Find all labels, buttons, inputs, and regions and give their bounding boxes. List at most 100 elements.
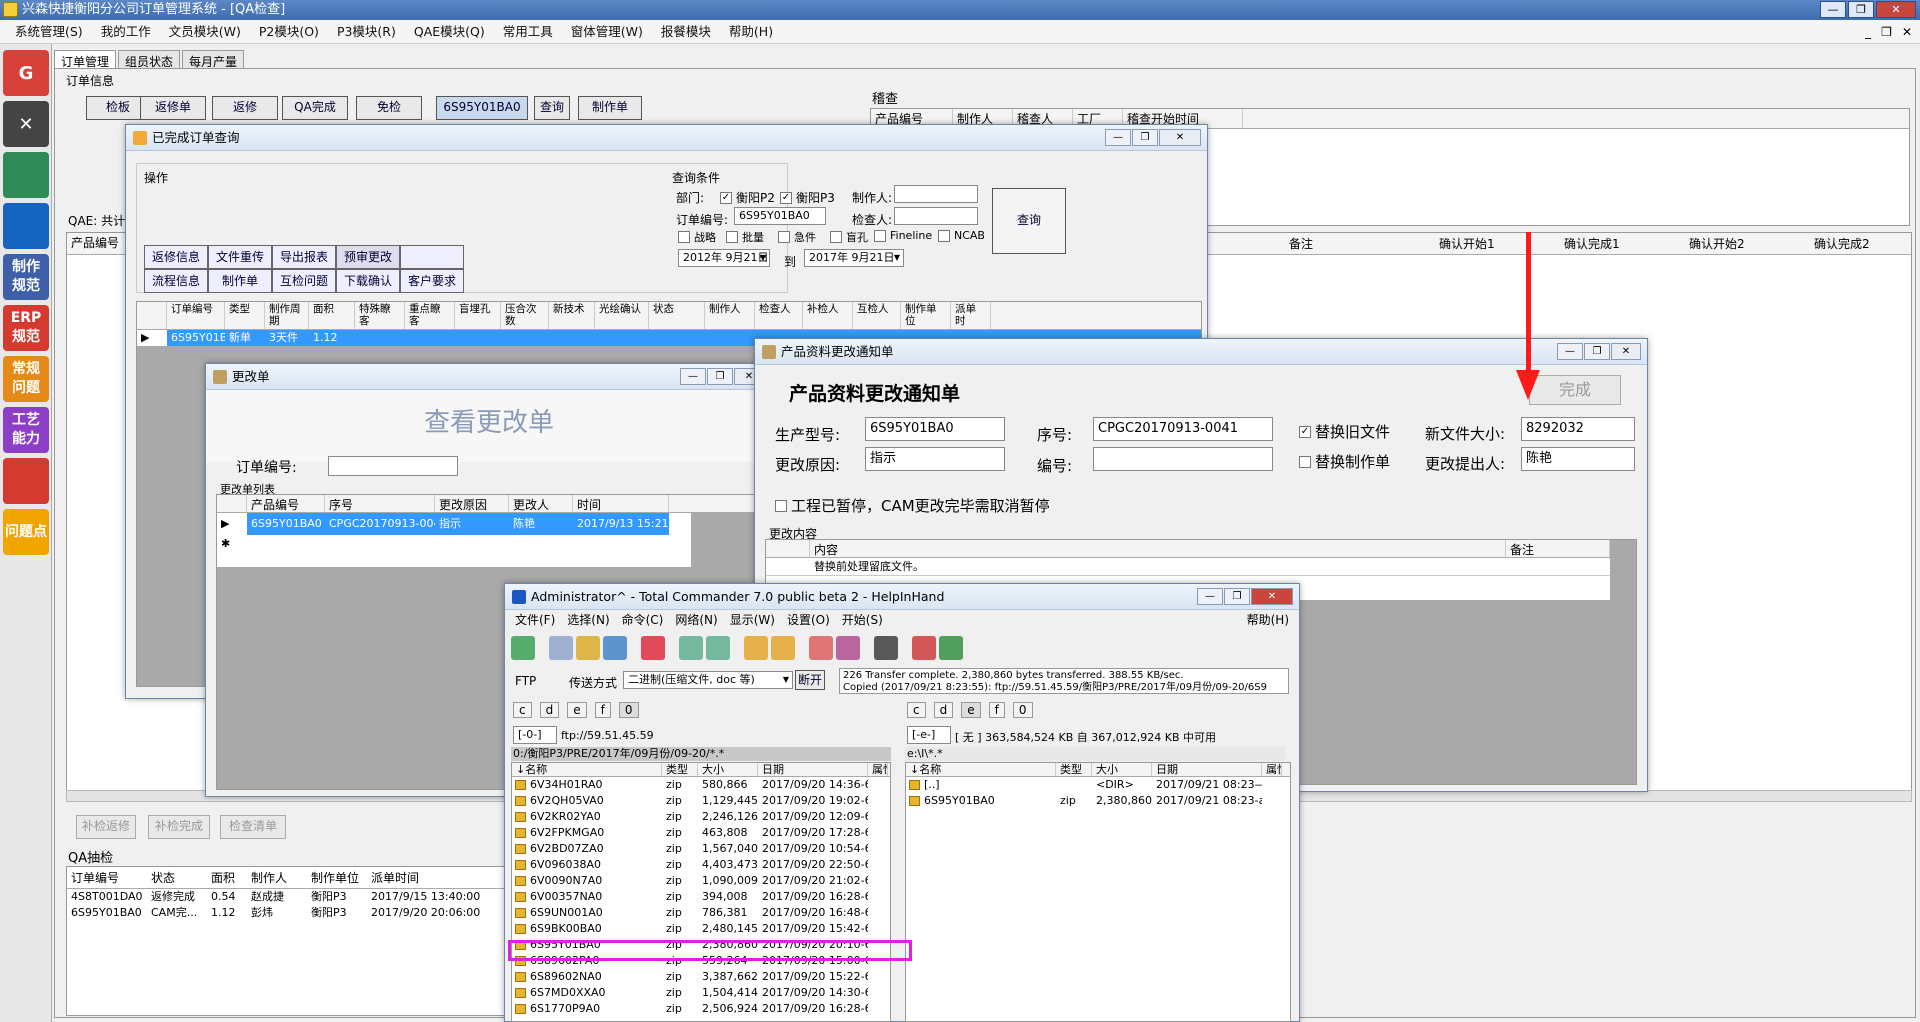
flag-checkbox-5[interactable]: NCAB <box>938 229 985 242</box>
menu-item[interactable]: 帮助(H) <box>720 20 782 44</box>
op-button-1-1[interactable]: 制作单 <box>208 269 272 293</box>
url-icon[interactable] <box>836 636 860 660</box>
sidebar-item-6[interactable]: 常规 问题 <box>3 356 49 402</box>
forward-icon[interactable] <box>706 636 730 660</box>
flag-checkbox-3[interactable]: 盲孔 <box>830 229 868 245</box>
brief-view-icon[interactable] <box>549 636 573 660</box>
drive-d[interactable]: d <box>539 702 560 718</box>
code-input[interactable] <box>1093 447 1273 471</box>
reason-input[interactable]: 指示 <box>865 447 1005 471</box>
unpack-icon[interactable] <box>771 636 795 660</box>
binoculars-icon[interactable] <box>874 636 898 660</box>
tc-menu-item[interactable]: 选择(N) <box>567 613 609 627</box>
flag-checkbox-4[interactable]: Fineline <box>874 229 932 242</box>
table-row[interactable]: 4S8T001DA0 返修完成 0.54 赵成捷 衡阳P3 2017/9/15 13:40… <box>67 889 507 905</box>
table-row[interactable]: ▶ 6S95Y01BA0CPGC20170913-0041指示陈艳2017/9/1… <box>217 513 761 535</box>
op-button-1-3[interactable]: 下载确认 <box>336 269 400 293</box>
op-button-1-4[interactable]: 客户要求 <box>400 269 464 293</box>
sidebar-item-4[interactable]: 制作 规范 <box>3 254 49 300</box>
op-button-1-2[interactable]: 互检问题 <box>272 269 336 293</box>
replace-sheet-checkbox[interactable]: 替换制作单 <box>1299 451 1390 472</box>
tc-menu-item[interactable]: 命令(C) <box>622 613 664 627</box>
drive-f[interactable]: f <box>594 702 611 718</box>
mdi-close-icon[interactable]: ✕ <box>1902 20 1912 44</box>
disconnect-button[interactable]: 断开 <box>795 670 825 690</box>
tc-menu-item[interactable]: 显示(W) <box>730 613 775 627</box>
newsize-input[interactable]: 8292032 <box>1521 417 1635 441</box>
menu-item[interactable]: 常用工具 <box>494 20 562 44</box>
paused-checkbox[interactable]: 工程已暂停，CAM更改完毕需取消暂停 <box>775 495 1050 516</box>
file-row[interactable]: 6V00357NA0 zip 394,008 2017/09/20 16:28-66 <box>512 889 890 905</box>
mdi-minimize-icon[interactable]: _ <box>1865 20 1871 44</box>
replace-old-checkbox[interactable]: ✓ 替换旧文件 <box>1299 421 1390 442</box>
sidebar-item-5[interactable]: ERP 规范 <box>3 305 49 351</box>
sort-icon[interactable] <box>641 636 665 660</box>
transfer-mode-select[interactable]: 二进制(压缩文件, doc 等) ▼ <box>623 671 793 689</box>
file-row[interactable]: 6V2BD07ZA0 zip 1,567,040 2017/09/20 10:54-6… <box>512 841 890 857</box>
main-button-4[interactable]: 免检 <box>356 96 422 120</box>
done-button[interactable]: 完成 <box>1529 375 1621 405</box>
restore-button[interactable]: ❐ <box>1848 1 1874 18</box>
thumbnail-icon[interactable] <box>603 636 627 660</box>
tc-menu-item[interactable]: 开始(S) <box>842 613 883 627</box>
restore-button[interactable]: ❐ <box>1132 129 1158 146</box>
model-input[interactable]: 6S95Y01BA0 <box>865 417 1005 441</box>
refresh-icon[interactable] <box>511 636 535 660</box>
sidebar-item-7[interactable]: 工艺 能力 <box>3 407 49 453</box>
main-button-1[interactable]: 返修单 <box>140 96 206 120</box>
proposer-input[interactable]: 陈艳 <box>1521 447 1635 471</box>
file-row[interactable]: 6S9BK00BA0 zip 2,480,145 2017/09/20 15:42-6… <box>512 921 890 937</box>
pack-icon[interactable] <box>744 636 768 660</box>
menu-item[interactable]: 文员模块(W) <box>160 20 250 44</box>
tc-menu-item[interactable]: 网络(N) <box>675 613 717 627</box>
restore-button[interactable]: ❐ <box>1224 588 1250 605</box>
close-button[interactable]: ✕ <box>1159 129 1201 146</box>
sidebar-item-3[interactable] <box>3 203 49 249</box>
op-button-1-0[interactable]: 流程信息 <box>144 269 208 293</box>
close-button[interactable]: ✕ <box>1876 1 1916 18</box>
op-button-0-2[interactable]: 导出报表 <box>272 245 336 269</box>
pdf-icon[interactable] <box>912 636 936 660</box>
main-button-6[interactable]: 查询 <box>534 96 570 120</box>
file-row[interactable]: 6S95Y01BA0 zip 2,380,860 2017/09/21 08:23-a… <box>906 793 1290 809</box>
table-row[interactable]: 替换前处理留底文件。 <box>766 558 1610 576</box>
drive-f[interactable]: f <box>988 702 1005 718</box>
maker-input[interactable] <box>894 185 978 203</box>
left-drive-select[interactable]: [-0-] <box>513 726 557 744</box>
ftp-icon[interactable] <box>809 636 833 660</box>
minimize-button[interactable]: — <box>1557 343 1583 360</box>
menu-item[interactable]: 我的工作 <box>92 20 160 44</box>
bottom-button-1[interactable]: 补检完成 <box>148 815 210 839</box>
minimize-button[interactable]: — <box>680 368 706 385</box>
query-button[interactable]: 查询 <box>992 188 1066 254</box>
file-row[interactable]: 6V0090N7A0 zip 1,090,009 2017/09/20 21:02-6… <box>512 873 890 889</box>
drive-0[interactable]: 0 <box>618 702 639 718</box>
menu-item[interactable]: P2模块(O) <box>250 20 328 44</box>
sidebar-item-8[interactable] <box>3 458 49 504</box>
file-row[interactable]: 6S1770P9A0 zip 2,506,924 2017/09/20 16:28-6… <box>512 1001 890 1017</box>
file-row[interactable]: 6S89602NA0 zip 3,387,662 2017/09/20 15:22-6… <box>512 969 890 985</box>
file-row[interactable]: 6V096038A0 zip 4,403,473 2017/09/20 22:50-6… <box>512 857 890 873</box>
op-button-0-1[interactable]: 文件重传 <box>208 245 272 269</box>
right-drive-select[interactable]: [-e-] <box>907 726 951 744</box>
flag-checkbox-1[interactable]: 批量 <box>726 229 764 245</box>
back-icon[interactable] <box>679 636 703 660</box>
date-to-picker[interactable]: 2017年 9月21日 ▼ <box>804 249 904 267</box>
close-button[interactable]: ✕ <box>1251 588 1293 605</box>
seq-input[interactable]: CPGC20170913-0041 <box>1093 417 1273 441</box>
close-button[interactable]: ✕ <box>1611 343 1641 360</box>
checker-input[interactable] <box>894 207 978 225</box>
sidebar-item-2[interactable] <box>3 152 49 198</box>
new-row[interactable]: ✱ <box>217 535 761 553</box>
order-no-input[interactable]: 6S95Y01BA0 <box>734 207 826 225</box>
excel-icon[interactable] <box>939 636 963 660</box>
main-button-5[interactable]: 6S95Y01BA0 <box>436 96 528 120</box>
file-row[interactable]: 6S7MD0XXA0 zip 1,504,414 2017/09/20 14:30-6… <box>512 985 890 1001</box>
file-row[interactable]: 6V2QH05VA0 zip 1,129,445 2017/09/20 19:02-6… <box>512 793 890 809</box>
op-button-0-0[interactable]: 返修信息 <box>144 245 208 269</box>
restore-button[interactable]: ❐ <box>707 368 733 385</box>
drive-0[interactable]: 0 <box>1012 702 1033 718</box>
menu-item[interactable]: 系统管理(S) <box>6 20 92 44</box>
file-row[interactable]: 6V2KR02YA0 zip 2,246,126 2017/09/20 12:09-6… <box>512 809 890 825</box>
menu-item[interactable]: P3模块(R) <box>328 20 405 44</box>
